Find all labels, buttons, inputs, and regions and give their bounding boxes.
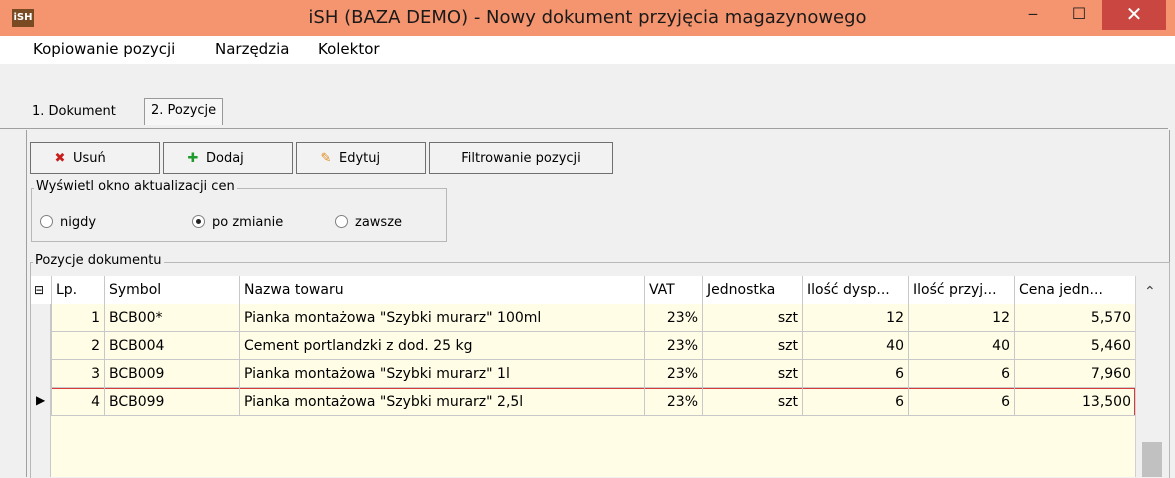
radio-nigdy-label: nigdy [60, 215, 97, 230]
menu-kolektor[interactable]: Kolektor [318, 40, 380, 58]
cell-unit: szt [702, 332, 802, 360]
cell-qty-disp: 40 [802, 332, 908, 360]
col-symbol[interactable]: Symbol [104, 276, 239, 304]
radio-nigdy[interactable]: nigdy [40, 215, 96, 230]
cell-qty-recv: 40 [908, 332, 1014, 360]
delete-button[interactable]: ✖ Usuń [30, 142, 160, 174]
radio-zawsze-label: zawsze [355, 215, 403, 230]
cell-name: Cement portlandzki z dod. 25 kg [239, 332, 644, 360]
cell-vat: 23% [644, 388, 702, 416]
radio-po-zmianie[interactable]: po zmianie [192, 215, 283, 230]
delete-icon: ✖ [54, 151, 66, 166]
row-indicator [31, 332, 51, 360]
minimize-button[interactable]: ‒ [1010, 0, 1056, 30]
add-button[interactable]: ✚ Dodaj [163, 142, 293, 174]
radio-po-zmianie-indicator [192, 215, 205, 228]
tab-strip: 1. Dokument 2. Pozycje [0, 64, 1175, 130]
price-update-title: Wyświetl okno aktualizacji cen [34, 179, 237, 194]
cell-unit: szt [702, 360, 802, 388]
cell-unit: szt [702, 304, 802, 332]
scroll-thumb[interactable] [1142, 442, 1162, 477]
row-indicator-empty [31, 416, 51, 477]
cell-name: Pianka montażowa "Szybki murarz" 1l [239, 360, 644, 388]
cell-vat: 23% [644, 360, 702, 388]
cell-price: 7,960 [1014, 360, 1135, 388]
add-icon: ✚ [187, 151, 199, 166]
col-nazwa-towaru[interactable]: Nazwa towaru [239, 276, 644, 304]
cell-symbol: BCB009 [104, 360, 239, 388]
vertical-scrollbar[interactable]: ⌃ [1135, 276, 1168, 477]
radio-zawsze[interactable]: zawsze [335, 215, 402, 230]
edit-button-label: Edytuj [339, 151, 381, 166]
cell-vat: 23% [644, 332, 702, 360]
cell-qty-disp: 12 [802, 304, 908, 332]
col-vat[interactable]: VAT [644, 276, 702, 304]
menu-kopiowanie-pozycji[interactable]: Kopiowanie pozycji [33, 40, 175, 58]
col-lp[interactable]: Lp. [51, 276, 104, 304]
table-row[interactable]: 1 BCB00* Pianka montażowa "Szybki murarz… [31, 304, 1135, 332]
delete-button-label: Usuń [73, 151, 106, 166]
col-ilosc-przyj[interactable]: Ilość przyj... [908, 276, 1014, 304]
cell-price: 13,500 [1014, 388, 1135, 416]
table-row[interactable]: 2 BCB004 Cement portlandzki z dod. 25 kg… [31, 332, 1135, 360]
radio-zawsze-indicator [335, 215, 348, 228]
cell-name: Pianka montażowa "Szybki murarz" 2,5l [239, 388, 644, 416]
edit-icon: ✎ [320, 151, 332, 166]
cell-symbol: BCB00* [104, 304, 239, 332]
col-jednostka[interactable]: Jednostka [702, 276, 802, 304]
current-row-arrow-icon: ▶ [36, 393, 46, 407]
title-bar: iSH iSH (BAZA DEMO) - Nowy dokument przy… [0, 0, 1175, 36]
cell-qty-disp: 6 [802, 388, 908, 416]
filter-positions-button[interactable]: Filtrowanie pozycji [429, 142, 613, 174]
table-row-active[interactable]: ▶ 4 BCB099 Pianka montażowa "Szybki mura… [31, 388, 1135, 416]
cell-lp: 1 [51, 304, 104, 332]
cell-price: 5,460 [1014, 332, 1135, 360]
cell-name: Pianka montażowa "Szybki murarz" 100ml [239, 304, 644, 332]
close-button[interactable]: ✕ [1102, 0, 1166, 30]
tab-pozycje[interactable]: 2. Pozycje [144, 98, 224, 125]
scroll-up-icon[interactable]: ⌃ [1144, 284, 1156, 300]
radio-nigdy-indicator [40, 215, 53, 228]
cell-qty-recv: 6 [908, 388, 1014, 416]
price-update-group: Wyświetl okno aktualizacji cen nigdy po … [31, 179, 447, 242]
tab-dokument[interactable]: 1. Dokument [26, 100, 122, 124]
row-indicator-current: ▶ [31, 388, 51, 416]
row-indicator [31, 360, 51, 388]
menu-bar: Kopiowanie pozycji Narzędzia Kolektor [0, 36, 1175, 64]
edit-button[interactable]: ✎ Edytuj [296, 142, 426, 174]
menu-narzedzia[interactable]: Narzędzia [215, 40, 289, 58]
grid-options-icon[interactable]: ⊟ [31, 276, 51, 304]
positions-title: Pozycje dokumentu [33, 253, 164, 268]
add-button-label: Dodaj [206, 151, 244, 166]
cell-symbol: BCB004 [104, 332, 239, 360]
row-indicator [31, 304, 51, 332]
radio-po-zmianie-label: po zmianie [212, 215, 284, 230]
cell-unit: szt [702, 388, 802, 416]
grid-header: ⊟ Lp. Symbol Nazwa towaru VAT Jednostka … [31, 276, 1135, 305]
cell-vat: 23% [644, 304, 702, 332]
cell-lp: 3 [51, 360, 104, 388]
maximize-button[interactable]: ☐ [1056, 0, 1102, 30]
cell-lp: 4 [51, 388, 104, 416]
cell-price: 5,570 [1014, 304, 1135, 332]
window-title: iSH (BAZA DEMO) - Nowy dokument przyjęci… [308, 7, 867, 28]
col-ilosc-dysp[interactable]: Ilość dysp... [802, 276, 908, 304]
tab-divider [0, 128, 1168, 129]
col-cena-jedn[interactable]: Cena jedn... [1014, 276, 1135, 304]
cell-symbol: BCB099 [104, 388, 239, 416]
cell-qty-recv: 12 [908, 304, 1014, 332]
positions-grid[interactable]: ⊟ Lp. Symbol Nazwa towaru VAT Jednostka … [31, 276, 1168, 477]
cell-lp: 2 [51, 332, 104, 360]
cell-qty-recv: 6 [908, 360, 1014, 388]
table-row[interactable]: 3 BCB009 Pianka montażowa "Szybki murarz… [31, 360, 1135, 388]
cell-qty-disp: 6 [802, 360, 908, 388]
